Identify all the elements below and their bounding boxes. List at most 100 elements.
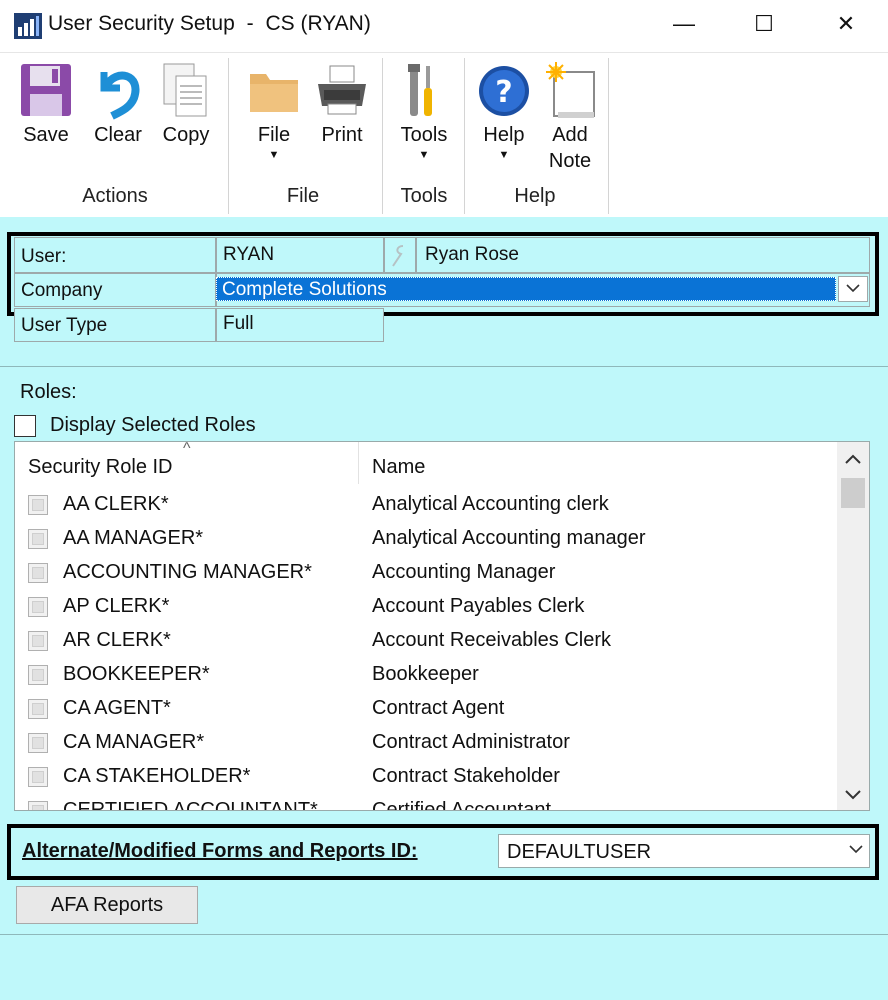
chevron-down-icon: ▼ xyxy=(498,149,510,161)
floppy-disk-icon xyxy=(18,60,74,122)
table-row[interactable]: AA MANAGER* Analytical Accounting manage… xyxy=(15,522,835,556)
afa-id-value: DEFAULTUSER xyxy=(507,841,652,863)
table-row[interactable]: CA MANAGER* Contract Administrator xyxy=(15,726,835,760)
chevron-down-icon: ▼ xyxy=(418,149,430,161)
section-divider xyxy=(0,934,888,935)
table-row[interactable]: ACCOUNTING MANAGER* Accounting Manager xyxy=(15,556,835,590)
file-label: File xyxy=(257,124,291,146)
highlight-box-header xyxy=(7,232,879,316)
tools-label: Tools xyxy=(400,124,448,146)
print-button[interactable]: Print xyxy=(314,60,370,148)
role-id: AA CLERK* xyxy=(63,493,169,515)
ribbon-separator xyxy=(382,58,383,214)
table-row[interactable]: CA AGENT* Contract Agent xyxy=(15,692,835,726)
role-id: AP CLERK* xyxy=(63,595,170,617)
table-row[interactable]: BOOKKEEPER* Bookkeeper xyxy=(15,658,835,692)
row-checkbox[interactable] xyxy=(28,801,48,810)
role-name: Certified Accountant xyxy=(372,799,551,811)
role-id: CA STAKEHOLDER* xyxy=(63,765,251,787)
role-name: Analytical Accounting clerk xyxy=(372,493,609,515)
group-label-file: File xyxy=(286,185,320,207)
role-id: CA AGENT* xyxy=(63,697,171,719)
window-title: User Security Setup - CS (RYAN) xyxy=(48,12,371,36)
scroll-down-icon[interactable] xyxy=(843,788,863,807)
help-button[interactable]: ? Help ▼ xyxy=(476,60,532,161)
table-row[interactable]: AP CLERK* Account Payables Clerk xyxy=(15,590,835,624)
user-type-field: Full xyxy=(216,308,384,342)
ribbon-separator xyxy=(608,58,609,214)
close-button[interactable]: ✕ xyxy=(806,0,886,48)
afa-reports-button[interactable]: AFA Reports xyxy=(16,886,198,924)
row-checkbox[interactable] xyxy=(28,699,48,719)
role-name: Analytical Accounting manager xyxy=(372,527,646,549)
scrollbar-thumb[interactable] xyxy=(841,478,865,508)
role-name: Accounting Manager xyxy=(372,561,556,583)
row-checkbox[interactable] xyxy=(28,597,48,617)
copy-button[interactable]: Copy xyxy=(158,60,214,148)
chevron-down-icon: ▼ xyxy=(268,149,280,161)
role-name: Account Receivables Clerk xyxy=(372,629,611,651)
row-checkbox[interactable] xyxy=(28,665,48,685)
table-row[interactable]: AR CLERK* Account Receivables Clerk xyxy=(15,624,835,658)
maximize-icon: ☐ xyxy=(754,11,774,36)
ribbon-separator xyxy=(464,58,465,214)
afa-id-label[interactable]: Alternate/Modified Forms and Reports ID: xyxy=(22,840,418,863)
window-title-sep: - xyxy=(246,12,254,35)
section-divider xyxy=(0,366,888,367)
maximize-button[interactable]: ☐ xyxy=(724,0,804,48)
group-label-help: Help xyxy=(514,185,556,207)
roles-label: Roles: xyxy=(20,381,77,403)
role-name: Bookkeeper xyxy=(372,663,479,685)
row-checkbox[interactable] xyxy=(28,529,48,549)
table-row[interactable]: CERTIFIED ACCOUNTANT* Certified Accounta… xyxy=(15,794,835,811)
scroll-up-icon[interactable] xyxy=(843,452,863,471)
ribbon-separator xyxy=(228,58,229,214)
clear-label: Clear xyxy=(94,124,142,146)
app-icon xyxy=(14,13,42,39)
row-checkbox[interactable] xyxy=(28,631,48,651)
sort-ascending-icon: ^ xyxy=(183,441,191,457)
close-icon: ✕ xyxy=(836,11,856,36)
role-name: Contract Administrator xyxy=(372,731,570,753)
tools-icon xyxy=(396,60,452,122)
afa-id-select[interactable]: DEFAULTUSER xyxy=(498,834,870,868)
column-header-security-role-id[interactable]: Security Role ID xyxy=(28,456,173,479)
copy-label: Copy xyxy=(162,124,210,146)
printer-icon xyxy=(314,60,370,122)
print-label: Print xyxy=(321,124,363,146)
display-selected-roles-label: Display Selected Roles xyxy=(50,414,256,436)
row-checkbox[interactable] xyxy=(28,767,48,787)
window-title-context: CS (RYAN) xyxy=(265,12,371,35)
role-id: AR CLERK* xyxy=(63,629,171,651)
add-note-label: Add Note xyxy=(548,124,592,172)
help-label: Help xyxy=(483,124,525,146)
role-name: Account Payables Clerk xyxy=(372,595,585,617)
svg-text:?: ? xyxy=(495,75,512,110)
role-id: ACCOUNTING MANAGER* xyxy=(63,561,312,583)
minimize-button[interactable]: — xyxy=(644,0,724,48)
add-note-button[interactable]: Add Note xyxy=(540,60,600,174)
roles-list[interactable]: Security Role ID ^ Name AA CLERK* Analyt… xyxy=(14,441,870,811)
table-row[interactable]: AA CLERK* Analytical Accounting clerk xyxy=(15,488,835,522)
minimize-icon: — xyxy=(673,11,695,36)
column-header-name[interactable]: Name xyxy=(372,456,425,479)
tools-button[interactable]: Tools ▼ xyxy=(396,60,452,161)
column-divider xyxy=(358,442,359,484)
undo-arrow-icon xyxy=(90,60,146,122)
row-checkbox[interactable] xyxy=(28,563,48,583)
row-checkbox[interactable] xyxy=(28,733,48,753)
role-id: CERTIFIED ACCOUNTANT* xyxy=(63,799,318,811)
save-button[interactable]: Save xyxy=(18,60,74,148)
clear-button[interactable]: Clear xyxy=(90,60,146,148)
chevron-down-icon xyxy=(849,841,863,859)
row-checkbox[interactable] xyxy=(28,495,48,515)
role-id: AA MANAGER* xyxy=(63,527,204,549)
file-button[interactable]: File ▼ xyxy=(246,60,302,161)
note-icon xyxy=(542,60,598,122)
user-type-label: User Type xyxy=(14,308,216,342)
group-label-tools: Tools xyxy=(400,185,448,207)
table-row[interactable]: CA STAKEHOLDER* Contract Stakeholder xyxy=(15,760,835,794)
help-icon: ? xyxy=(476,60,532,122)
display-selected-roles-checkbox[interactable] xyxy=(14,415,36,437)
copy-pages-icon xyxy=(158,60,214,122)
